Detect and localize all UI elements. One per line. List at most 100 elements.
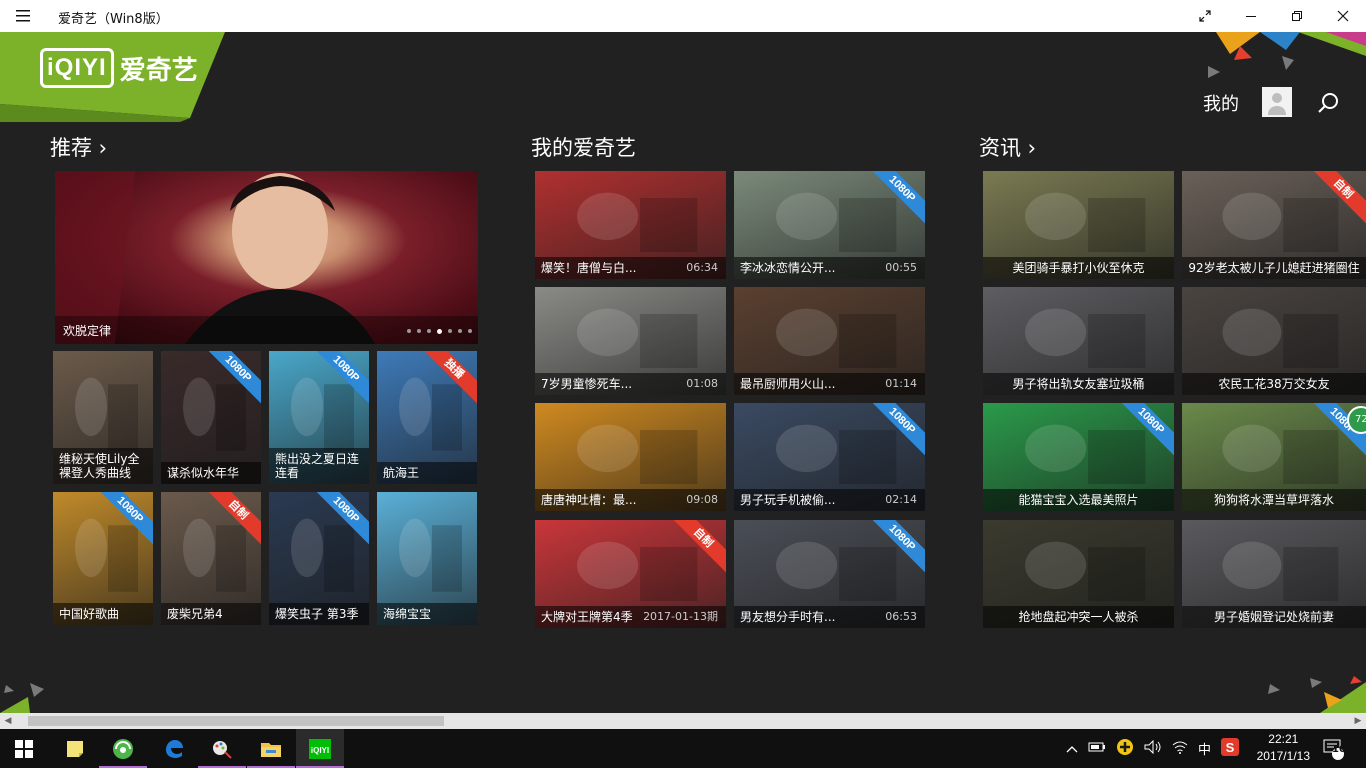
carousel-dots[interactable]: [407, 329, 472, 334]
sogou-icon[interactable]: S: [1221, 738, 1240, 759]
video-tile[interactable]: 美团骑手暴打小伙至休克: [983, 171, 1174, 279]
video-tile[interactable]: 男子将出轨女友塞垃圾桶: [983, 287, 1174, 395]
horizontal-scrollbar[interactable]: ◀ ▶: [0, 713, 1366, 729]
carousel-dot[interactable]: [458, 329, 462, 333]
person-icon[interactable]: [1262, 87, 1292, 117]
scroll-left-icon[interactable]: ◀: [0, 713, 16, 729]
video-tile[interactable]: 1080P 中国好歌曲: [53, 492, 153, 625]
tile-caption: 维秘天使Lily全裸登人秀曲线: [53, 448, 153, 484]
edge-icon[interactable]: [150, 729, 198, 768]
window-title: 爱奇艺（Win8版）: [58, 12, 169, 27]
tile-duration: 09:08: [686, 493, 718, 506]
paint-icon[interactable]: [198, 729, 246, 768]
carousel-dot-active[interactable]: [437, 329, 442, 334]
close-icon[interactable]: [1320, 0, 1366, 32]
volume-icon[interactable]: [1144, 739, 1162, 757]
tile-caption: 大牌对王牌第4季 2017-01-13期: [535, 606, 726, 628]
tile-caption: 男友想分手时有... 06:53: [734, 606, 925, 628]
tile-title: 农民工花38万交女友: [1218, 377, 1330, 391]
video-tile[interactable]: 抢地盘起冲突一人被杀: [983, 520, 1174, 628]
sticky-notes-icon[interactable]: [51, 729, 99, 768]
video-tile[interactable]: 爆笑！唐僧与白... 06:34: [535, 171, 726, 279]
video-tile[interactable]: 1080P 熊出没之夏日连连看: [269, 351, 369, 484]
iqiyi-app-icon[interactable]: iQIYI: [296, 729, 344, 768]
clock-date: 2017/1/13: [1256, 749, 1310, 763]
tile-caption: 能猫宝宝入选最美照片: [983, 489, 1174, 511]
tile-title: 男子将出轨女友塞垃圾桶: [1012, 377, 1145, 391]
tile-caption: 狗狗将水潭当草坪落水: [1182, 489, 1366, 511]
tile-title: 中国好歌曲: [59, 607, 120, 621]
video-tile[interactable]: 海绵宝宝: [377, 492, 477, 625]
section-title-recommend[interactable]: 推荐 ›: [50, 132, 107, 162]
wifi-icon[interactable]: [1172, 740, 1188, 757]
tile-caption: 中国好歌曲: [53, 603, 153, 625]
tile-caption: 航海王: [377, 462, 477, 484]
taskbar: iQIYI 中 S 22:21 2017/1/13 10: [0, 729, 1366, 768]
tile-caption: 熊出没之夏日连连看: [269, 448, 369, 484]
tile-caption: 抢地盘起冲突一人被杀: [983, 606, 1174, 628]
app-canvas: iQIYI 爱奇艺 我的 推荐 › 我的爱奇艺 资讯 › 欢脱定律 维秘天使Li…: [0, 32, 1366, 713]
tile-caption: 最吊厨师用火山... 01:14: [734, 373, 925, 395]
scroll-right-icon[interactable]: ▶: [1350, 713, 1366, 729]
tile-duration: 2017-01-13期: [643, 610, 718, 623]
tile-caption: 谋杀似水年华: [161, 462, 261, 484]
tile-caption: 7岁男童惨死车... 01:08: [535, 373, 726, 395]
carousel-dot[interactable]: [407, 329, 411, 333]
video-tile[interactable]: 自制 92岁老太被儿子儿媳赶进猪圈住: [1182, 171, 1366, 279]
video-tile[interactable]: 男子婚姻登记处烧前妻: [1182, 520, 1366, 628]
video-tile[interactable]: 自制 大牌对王牌第4季 2017-01-13期: [535, 520, 726, 628]
action-center-icon[interactable]: 10: [1322, 729, 1346, 768]
hero-banner[interactable]: 欢脱定律: [55, 171, 478, 344]
windows-start-icon[interactable]: [0, 729, 48, 768]
tile-caption: 废柴兄弟4: [161, 603, 261, 625]
network-plus-icon[interactable]: [1116, 738, 1134, 759]
svg-text:S: S: [1226, 740, 1235, 755]
expand-icon[interactable]: [1182, 0, 1228, 32]
system-tray: 中 S: [1066, 729, 1240, 768]
tile-caption: 男子婚姻登记处烧前妻: [1182, 606, 1366, 628]
tile-duration: 06:53: [885, 610, 917, 623]
restore-icon[interactable]: [1274, 0, 1320, 32]
ime-indicator[interactable]: 中: [1198, 739, 1211, 758]
search-icon[interactable]: [1316, 90, 1342, 116]
tile-title: 狗狗将水潭当草坪落水: [1213, 493, 1334, 507]
tile-duration: 06:34: [686, 261, 718, 274]
section-title-news[interactable]: 资讯 ›: [979, 132, 1036, 162]
battery-icon[interactable]: [1088, 741, 1106, 756]
video-tile[interactable]: 独播 航海王: [377, 351, 477, 484]
browser-360-icon[interactable]: [99, 729, 147, 768]
chevron-up-icon[interactable]: [1066, 742, 1078, 756]
clock[interactable]: 22:21 2017/1/13: [1257, 731, 1310, 765]
tile-title: 男子婚姻登记处烧前妻: [1213, 610, 1334, 624]
hamburger-icon[interactable]: [12, 7, 34, 25]
carousel-dot[interactable]: [468, 329, 472, 333]
minimize-icon[interactable]: [1228, 0, 1274, 32]
video-tile[interactable]: 最吊厨师用火山... 01:14: [734, 287, 925, 395]
video-tile[interactable]: 1080P 男子玩手机被偷... 02:14: [734, 403, 925, 511]
video-tile[interactable]: 7岁男童惨死车... 01:08: [535, 287, 726, 395]
tile-duration: 02:14: [885, 493, 917, 506]
my-account-label[interactable]: 我的: [1203, 90, 1239, 116]
tile-caption: 唐唐神吐槽：最... 09:08: [535, 489, 726, 511]
file-explorer-icon[interactable]: [247, 729, 295, 768]
tile-caption: 爆笑虫子 第3季: [269, 603, 369, 625]
video-tile[interactable]: 1080P 狗狗将水潭当草坪落水: [1182, 403, 1366, 511]
section-title-mine[interactable]: 我的爱奇艺: [531, 132, 636, 162]
video-tile[interactable]: 维秘天使Lily全裸登人秀曲线: [53, 351, 153, 484]
logo-cn: 爱奇艺: [119, 55, 198, 86]
decor-triangles-bottom-left: [0, 683, 44, 713]
tile-title: 爆笑虫子 第3季: [275, 607, 359, 621]
scrollbar-thumb[interactable]: [28, 716, 444, 726]
video-tile[interactable]: 唐唐神吐槽：最... 09:08: [535, 403, 726, 511]
video-tile[interactable]: 1080P 能猫宝宝入选最美照片: [983, 403, 1174, 511]
tile-title: 维秘天使Lily全裸登人秀曲线: [59, 452, 140, 480]
video-tile[interactable]: 1080P 李冰冰恋情公开... 00:55: [734, 171, 925, 279]
carousel-dot[interactable]: [427, 329, 431, 333]
carousel-dot[interactable]: [448, 329, 452, 333]
video-tile[interactable]: 1080P 谋杀似水年华: [161, 351, 261, 484]
video-tile[interactable]: 1080P 男友想分手时有... 06:53: [734, 520, 925, 628]
carousel-dot[interactable]: [417, 329, 421, 333]
video-tile[interactable]: 1080P 爆笑虫子 第3季: [269, 492, 369, 625]
video-tile[interactable]: 农民工花38万交女友: [1182, 287, 1366, 395]
video-tile[interactable]: 自制 废柴兄弟4: [161, 492, 261, 625]
